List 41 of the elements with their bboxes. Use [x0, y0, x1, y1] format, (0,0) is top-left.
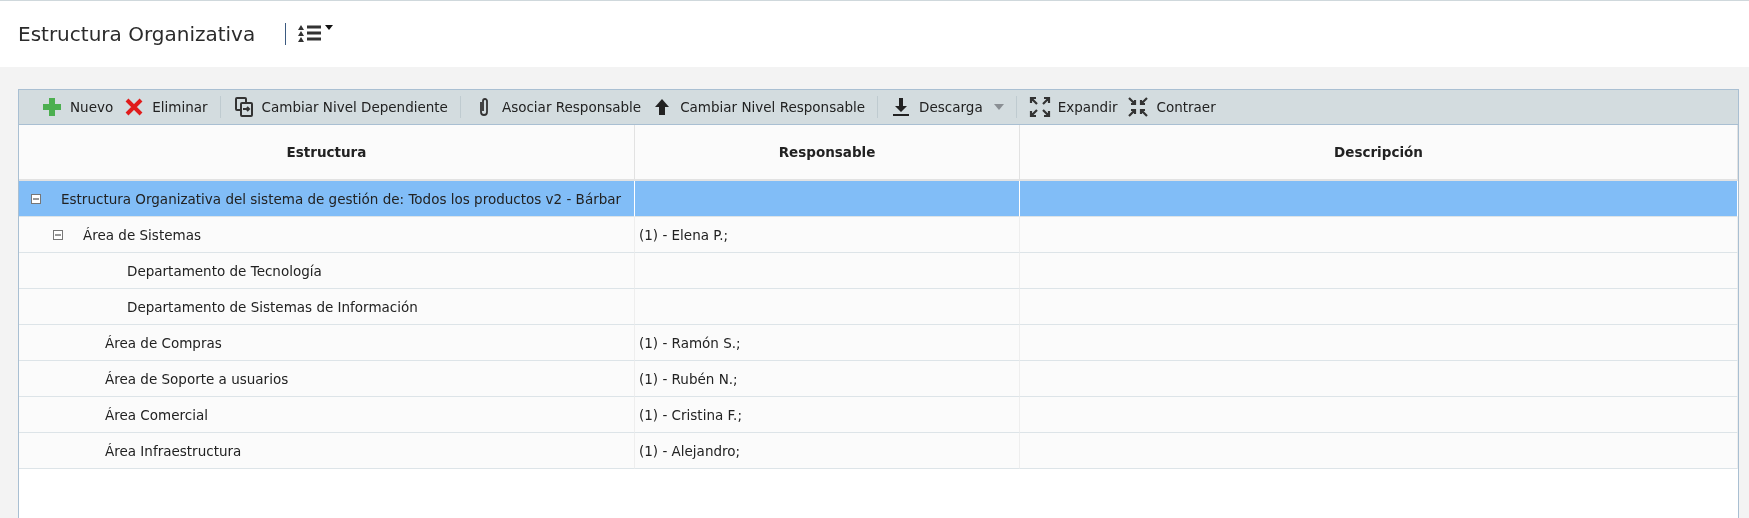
collapse-toggle[interactable] — [31, 193, 41, 204]
tree-node-label[interactable]: Departamento de Sistemas de Información — [127, 298, 418, 315]
tree-node-label[interactable]: Departamento de Tecnología — [127, 262, 322, 279]
table-cell: (1) - Elena P.; — [635, 217, 1020, 253]
move-button[interactable]: Cambiar Nivel Dependiente — [228, 94, 452, 120]
download-button[interactable]: Descarga — [886, 94, 1008, 120]
page-title: Estructura Organizativa — [18, 22, 256, 46]
up-button[interactable]: Cambiar Nivel Responsable — [647, 94, 870, 120]
minus-icon — [33, 195, 39, 202]
tree-cell[interactable]: Área Infraestructura — [19, 433, 635, 469]
column-header: Responsable — [635, 125, 1020, 181]
column-header: Estructura — [19, 125, 635, 181]
selected-tree-cell[interactable]: Estructura Organizativa del sistema de gestión de: Todos los productos v2 - Bárbar — [19, 181, 635, 217]
collapse-button[interactable]: Contraer — [1123, 94, 1220, 120]
tree-cell[interactable]: Área Comercial — [19, 397, 635, 433]
collapse-icon — [1127, 96, 1150, 118]
tree-cell[interactable]: Área de Soporte a usuarios — [19, 361, 635, 397]
tree-node-label[interactable]: Área de Sistemas — [83, 226, 201, 243]
tree-cell[interactable]: Departamento de Sistemas de Información — [19, 289, 635, 325]
minus-icon — [55, 231, 61, 238]
collapse-toggle[interactable] — [53, 229, 63, 240]
expand-icon — [1028, 96, 1051, 118]
table-cell: (1) - Rubén N.; — [635, 361, 1020, 397]
tree-cell[interactable]: Área de Sistemas — [19, 217, 635, 253]
column-header: Descripción — [1020, 125, 1738, 181]
delete-button[interactable]: Eliminar — [119, 94, 212, 120]
tree-cell[interactable]: Departamento de Tecnología — [19, 253, 635, 289]
tree-node-label[interactable]: Estructura Organizativa del sistema de gestión de: Todos los productos v2 - Bárbar — [61, 190, 622, 207]
table-cell: (1) - Alejandro; — [635, 433, 1020, 469]
table-cell: (1) - Ramón S.; — [635, 325, 1020, 361]
tree-node-label[interactable]: Área Comercial — [105, 406, 208, 423]
tree-node-label[interactable]: Área de Compras — [105, 334, 222, 351]
attach-button[interactable]: Asociar Responsable — [468, 94, 646, 120]
tree-cell[interactable]: Área de Compras — [19, 325, 635, 361]
plus-icon — [41, 96, 63, 118]
tree-node-label[interactable]: Área de Soporte a usuarios — [105, 370, 289, 387]
tree-node-label[interactable]: Área Infraestructura — [105, 442, 242, 459]
add-button[interactable]: Nuevo — [37, 94, 118, 120]
expand-button[interactable]: Expandir — [1024, 94, 1122, 120]
copy-icon — [232, 96, 255, 118]
table-cell: (1) - Cristina F.; — [635, 397, 1020, 433]
